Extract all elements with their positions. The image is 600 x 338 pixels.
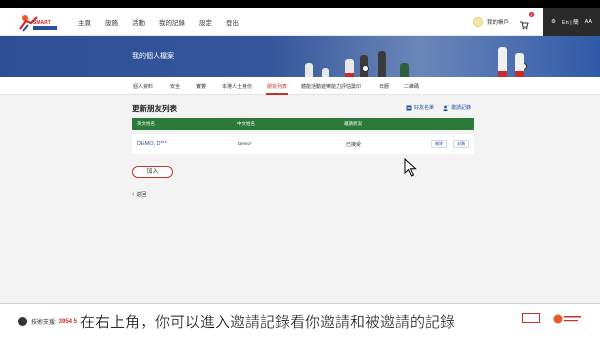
smart-play-logo[interactable]: SMART <box>17 11 61 33</box>
phone-icon <box>18 317 27 326</box>
main-menu: 主頁 設施 活動 我的記錄 設定 登出 <box>78 8 253 36</box>
nav-activities[interactable]: 活動 <box>132 17 145 27</box>
friend-chinese-name: Demo* <box>238 141 252 146</box>
svg-text:SMART: SMART <box>33 20 51 26</box>
top-navigation: SMART 主頁 設施 活動 我的記錄 設定 登出 我的帳戶 1 ⚙ En | … <box>0 8 600 36</box>
tab-qr-code[interactable]: 二維碼 <box>404 83 419 90</box>
app-frame: SMART 主頁 設施 活動 我的記錄 設定 登出 我的帳戶 1 ⚙ En | … <box>0 8 600 330</box>
tech-support-hotline: 技術支援: 3954 5 <box>18 317 77 326</box>
account-label: 我的帳戶 <box>486 20 509 26</box>
friend-table-header: 英文姓名 中文姓名 邀請狀況 <box>132 118 474 130</box>
cart-count-badge: 1 <box>528 12 534 17</box>
remove-friend-button[interactable]: 刪除 <box>431 140 447 148</box>
cart-button[interactable]: 1 <box>519 12 534 30</box>
page-title: 更新朋友列表 <box>132 104 177 113</box>
nav-home[interactable]: 主頁 <box>78 17 91 27</box>
my-account-link[interactable]: 我的帳戶 <box>472 17 509 27</box>
add-friend-button[interactable]: 加入 <box>132 166 173 178</box>
tab-calendar[interactable]: 日曆 <box>379 83 389 90</box>
accessibility-toolbar: ⚙ En | 簡 AA <box>543 8 600 36</box>
nav-my-records[interactable]: 我的記錄 <box>159 17 185 27</box>
block-friend-button[interactable]: 封鎖 <box>453 140 469 148</box>
font-size-toggle[interactable]: AA <box>585 19 592 25</box>
nav-settings[interactable]: 設定 <box>199 17 212 27</box>
back-link[interactable]: ‹ 返回 <box>132 191 146 198</box>
profile-subtabs: 個人資料 安全 實豐 本港人士身份 朋友列表 體能活動遊樂能力評估獎印 日曆 二… <box>0 77 600 95</box>
tab-friend-list[interactable]: 朋友列表 <box>267 83 287 90</box>
col-invite-status: 邀請狀況 <box>344 121 362 126</box>
tab-personal-info[interactable]: 個人資料 <box>133 83 153 90</box>
tab-security[interactable]: 安全 <box>170 83 180 90</box>
user-icon <box>472 17 483 27</box>
video-subtitle: 在右上角，你可以進入邀請記錄看你邀請和被邀請的記錄 <box>80 313 456 331</box>
hotline-label: 技術支援: <box>31 320 57 326</box>
nav-facilities[interactable]: 設施 <box>105 17 118 27</box>
invite-record-label: 邀請記錄 <box>451 105 472 111</box>
table-row: DEMO, D*** Demo* 已接受 刪除 封鎖 <box>132 134 474 154</box>
banner-title: 我的個人檔案 <box>132 53 174 60</box>
col-chinese-name: 中文姓名 <box>237 121 255 126</box>
tab-rewards[interactable]: 實豐 <box>196 83 206 90</box>
tab-physical-activity-award[interactable]: 體能活動遊樂能力評估獎印 <box>301 83 361 90</box>
friend-english-name[interactable]: DEMO, D*** <box>137 141 167 147</box>
friend-status: 已接受 <box>346 142 362 148</box>
mouse-cursor-icon <box>404 158 417 177</box>
friend-record-label: 好友名單 <box>414 105 435 111</box>
invite-user-icon <box>443 105 449 111</box>
hotline-number: 3954 5 <box>58 318 78 325</box>
back-label: 返回 <box>136 192 147 198</box>
profile-banner: 我的個人檔案 <box>0 36 600 77</box>
partner-logo <box>522 313 540 323</box>
cart-icon <box>520 21 529 30</box>
friend-record-link[interactable]: 好友名單 <box>406 104 434 111</box>
friend-list-icon <box>406 105 412 110</box>
chevron-left-icon: ‹ <box>132 191 135 198</box>
header-tools: 我的帳戶 1 ⚙ En | 簡 AA <box>472 8 600 36</box>
col-english-name: 英文姓名 <box>137 121 155 126</box>
invite-record-link[interactable]: 邀請記錄 <box>443 104 471 111</box>
lcsd-logo <box>553 314 581 324</box>
accessibility-icon[interactable]: ⚙ <box>551 19 556 25</box>
tab-hk-resident-status[interactable]: 本港人士身份 <box>222 83 252 90</box>
nav-logout[interactable]: 登出 <box>226 17 239 27</box>
active-tab-indicator <box>266 93 288 95</box>
language-switch[interactable]: En | 簡 <box>562 18 579 26</box>
